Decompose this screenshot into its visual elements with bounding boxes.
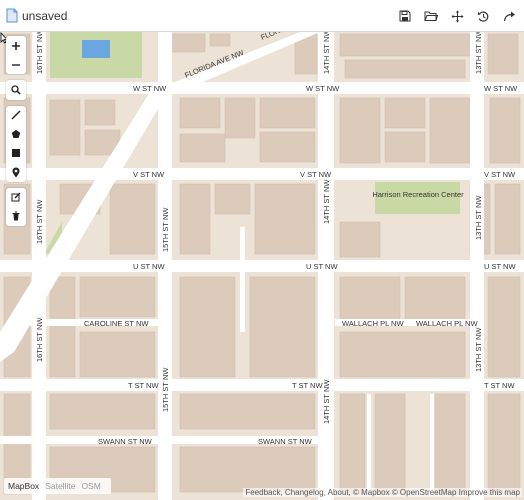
search-icon: [11, 85, 21, 95]
street-label-w-st: W ST NW: [133, 84, 167, 93]
history-button[interactable]: [474, 7, 492, 25]
document-title[interactable]: unsaved: [22, 9, 67, 23]
map-canvas[interactable]: W ST NW W ST NW W ST NW V ST NW V ST NW …: [0, 32, 524, 500]
street-label-swann-st-east: SWANN ST NW: [258, 437, 313, 446]
move-button[interactable]: [448, 7, 466, 25]
draw-line-button[interactable]: [6, 106, 26, 124]
poi-label-harrison: Harrison Recreation Center: [372, 190, 464, 199]
street-label-t-st: T ST NW: [128, 381, 159, 390]
delete-button[interactable]: [6, 207, 26, 225]
map-tiles[interactable]: W ST NW W ST NW W ST NW V ST NW V ST NW …: [0, 32, 524, 500]
street-label-14th-st-low: 14TH ST NW: [322, 379, 331, 424]
changelog-link[interactable]: Changelog: [285, 488, 324, 497]
save-icon: [399, 10, 411, 22]
move-icon: [451, 10, 463, 22]
street-label-16th-st-mid: 16TH ST NW: [35, 199, 44, 244]
draw-polygon-icon: [11, 129, 21, 138]
draw-line-icon: [11, 110, 21, 120]
street-label-13th-st-low: 13TH ST NW: [474, 327, 483, 372]
edit-button[interactable]: [6, 188, 26, 206]
layer-option-mapbox[interactable]: MapBox: [8, 481, 39, 491]
street-label-v-st-far: V ST NW: [484, 170, 516, 179]
draw-marker-button[interactable]: [6, 163, 26, 181]
street-label-v-st-east: V ST NW: [300, 170, 332, 179]
street-label-caroline-st: CAROLINE ST NW: [84, 319, 149, 328]
open-button[interactable]: [422, 7, 440, 25]
layer-option-osm[interactable]: OSM: [81, 481, 100, 491]
layer-option-satellite[interactable]: Satellite: [45, 481, 75, 491]
top-bar: unsaved: [0, 0, 524, 32]
undo-icon: [477, 10, 488, 22]
street-label-u-st-far: U ST NW: [484, 262, 516, 271]
save-button[interactable]: [396, 7, 414, 25]
mapbox-credit-link[interactable]: © Mapbox: [353, 488, 390, 497]
draw-rectangle-button[interactable]: [6, 144, 26, 162]
draw-marker-icon: [12, 167, 20, 177]
street-label-14th-st-mid: 14TH ST NW: [322, 179, 331, 224]
zoom-in-button[interactable]: [6, 37, 26, 55]
street-label-15th-st: 15TH ST NW: [161, 207, 170, 252]
street-label-w-st-east: W ST NW: [306, 84, 340, 93]
share-icon: [503, 11, 515, 22]
street-label-u-st-east: U ST NW: [306, 262, 338, 271]
open-folder-icon: [424, 11, 438, 21]
osm-credit-link[interactable]: © OpenStreetMap: [392, 488, 457, 497]
street-label-t-st-east: T ST NW: [292, 381, 323, 390]
street-label-swann-st: SWANN ST NW: [98, 437, 153, 446]
zoom-out-button[interactable]: [6, 56, 26, 74]
street-label-13th-st-mid: 13TH ST NW: [474, 195, 483, 240]
street-label-15th-st-low: 15TH ST NW: [161, 367, 170, 412]
about-link[interactable]: About: [328, 488, 349, 497]
street-label-14th-st: 14TH ST NW: [322, 32, 331, 74]
layer-switcher: MapBox Satellite OSM: [4, 478, 111, 494]
improve-map-link[interactable]: Improve this map: [459, 488, 520, 497]
street-label-v-st: V ST NW: [133, 170, 165, 179]
zoom-out-icon: [12, 64, 20, 66]
draw-polygon-button[interactable]: [6, 125, 26, 143]
street-label-w-st-far: W ST NW: [484, 84, 518, 93]
zoom-in-icon: [12, 42, 20, 50]
street-label-wallach-pl-east: WALLACH PL NW: [416, 319, 478, 328]
draw-rectangle-icon: [12, 149, 20, 157]
trash-icon: [12, 211, 20, 221]
map-attribution: Feedback, Changelog, About, © Mapbox © O…: [243, 488, 522, 497]
document-icon: [6, 8, 18, 23]
street-label-13th-st: 13TH ST NW: [474, 32, 483, 74]
search-button[interactable]: [6, 81, 26, 99]
edit-icon: [11, 192, 21, 202]
street-label-t-st-far: T ST NW: [484, 381, 515, 390]
feedback-link[interactable]: Feedback: [245, 488, 280, 497]
street-label-u-st: U ST NW: [133, 262, 165, 271]
share-button[interactable]: [500, 7, 518, 25]
street-label-16th-st-low: 16TH ST NW: [35, 317, 44, 362]
street-label-wallach-pl: WALLACH PL NW: [342, 319, 404, 328]
street-label-16th-st: 16TH ST NW: [35, 32, 44, 74]
